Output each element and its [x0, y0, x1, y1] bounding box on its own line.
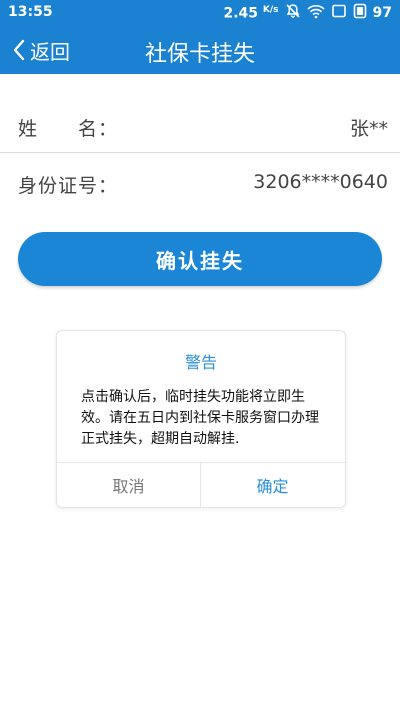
dialog-message: 点击确认后，临时挂失功能将立即生效。请在五日内到社保卡服务窗口办理正式挂失，超期…	[81, 389, 319, 447]
status-icons: 2.45 K/s 97	[223, 3, 392, 23]
id-value: 3206****0640	[253, 171, 388, 193]
name-label: 姓 名：	[18, 118, 119, 140]
name-row: 姓 名： 张**	[0, 98, 400, 154]
chevron-left-icon	[13, 39, 25, 61]
back-button[interactable]: 返回	[12, 34, 70, 66]
status-time: 13:55	[8, 4, 53, 20]
app-header: 13:55 2.45 K/s 97 返回 社保卡挂失	[0, 0, 400, 74]
dialog-title: 警告	[184, 353, 217, 372]
nav-bar: 返回 社保卡挂失	[0, 26, 400, 74]
mute-icon	[285, 3, 301, 23]
network-speed-unit: K/s	[262, 4, 279, 15]
ok-button[interactable]: 确定	[201, 463, 344, 507]
row-divider	[0, 152, 400, 153]
confirm-loss-button[interactable]: 确认挂失	[18, 232, 382, 286]
screen-icon	[331, 3, 347, 23]
cancel-button[interactable]: 取消	[57, 463, 200, 507]
network-speed: 2.45 K/s	[223, 5, 278, 22]
battery-level: 97	[372, 5, 392, 21]
network-speed-value: 2.45	[223, 5, 259, 22]
name-value: 张**	[349, 118, 388, 140]
status-bar: 13:55 2.45 K/s 97	[0, 0, 400, 26]
id-row: 身份证号： 3206****0640	[0, 155, 400, 211]
warning-dialog: 警告 点击确认后，临时挂失功能将立即生效。请在五日内到社保卡服务窗口办理正式挂失…	[56, 330, 346, 508]
id-label: 身份证号：	[18, 175, 119, 197]
back-label: 返回	[30, 39, 70, 64]
wifi-icon	[306, 3, 325, 23]
battery-icon	[353, 3, 367, 23]
